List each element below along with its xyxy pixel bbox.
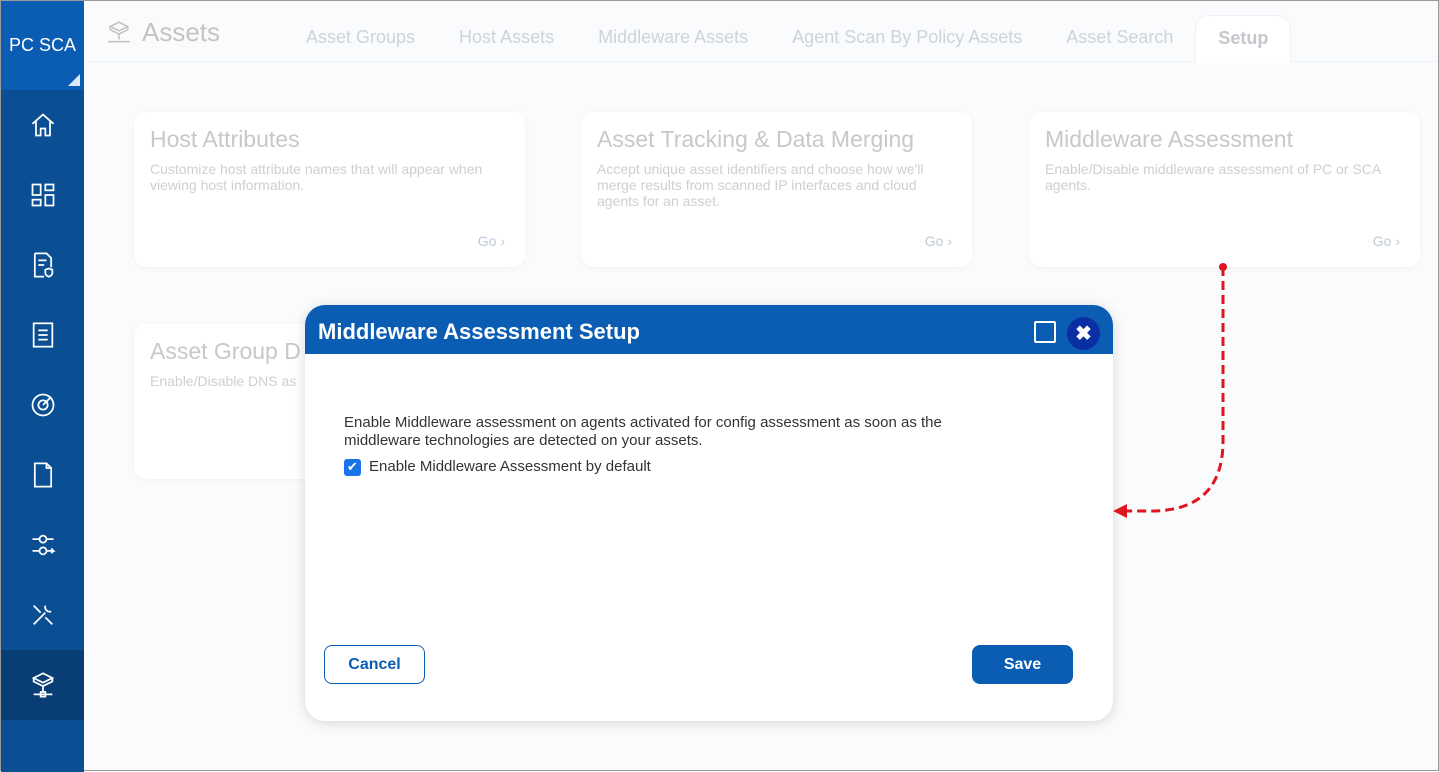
checkbox-checked-icon[interactable]: ✔	[344, 458, 361, 476]
report-icon	[32, 322, 53, 348]
checkbox-label: Enable Middleware Assessment by default	[369, 458, 651, 475]
nav-scans[interactable]	[1, 370, 84, 440]
dialog-title: Middleware Assessment Setup	[318, 319, 640, 344]
go-link[interactable]: Go ›	[478, 233, 505, 249]
dropdown-corner-icon	[68, 74, 80, 86]
card-desc: Enable/Disable middleware assessment of …	[1045, 161, 1381, 193]
home-icon	[31, 113, 54, 137]
tools-icon	[32, 605, 53, 625]
save-button[interactable]: Save	[972, 645, 1073, 684]
card-desc: Customize host attribute names that will…	[150, 161, 483, 193]
brand-label: PC SCA	[8, 35, 77, 55]
cancel-button[interactable]: Cancel	[324, 645, 425, 684]
workflow-icon	[32, 534, 56, 556]
tab-host-assets[interactable]: Host Assets	[437, 15, 576, 63]
nav-home[interactable]	[1, 90, 84, 160]
nav-dashboard[interactable]	[1, 160, 84, 230]
tab-middleware-assets[interactable]: Middleware Assets	[576, 15, 770, 63]
tab-bar: Asset Groups Host Assets Middleware Asse…	[284, 15, 1292, 63]
tab-agent-scan[interactable]: Agent Scan By Policy Assets	[770, 15, 1044, 63]
popout-icon[interactable]	[1034, 321, 1056, 343]
card-host-attributes: Host Attributes Customize host attribute …	[134, 112, 525, 267]
card-desc: Accept unique asset identifiers and choo…	[597, 161, 924, 209]
radar-icon	[31, 393, 54, 417]
card-asset-tracking: Asset Tracking & Data Merging Accept uniq…	[581, 112, 972, 267]
card-title: Asset Tracking & Data Merging	[597, 126, 915, 152]
enable-middleware-checkbox[interactable]: ✔ Enable Middleware Assessment by default	[344, 458, 1074, 476]
close-button[interactable]: ✖	[1067, 317, 1100, 350]
card-middleware-assessment: Middleware Assessment Enable/Disable midd…	[1029, 112, 1420, 267]
nav-exceptions[interactable]	[1, 510, 84, 580]
app-switcher[interactable]: PC SCA	[1, 1, 84, 90]
sidebar: PC SCA	[1, 1, 84, 772]
middleware-setup-dialog: Middleware Assessment Setup ✖ Enable Midd…	[305, 305, 1113, 721]
document-icon	[33, 462, 52, 488]
tab-asset-search[interactable]: Asset Search	[1044, 15, 1195, 63]
nav-assets[interactable]	[1, 650, 84, 720]
dashboard-icon	[31, 183, 54, 207]
nav-reports[interactable]	[1, 300, 84, 370]
policy-icon	[33, 252, 53, 278]
dialog-header: Middleware Assessment Setup ✖	[305, 305, 1113, 354]
assets-icon	[108, 20, 130, 42]
card-title: Host Attributes	[150, 126, 300, 152]
tab-asset-groups[interactable]: Asset Groups	[284, 15, 437, 63]
go-link[interactable]: Go ›	[925, 233, 952, 249]
go-link[interactable]: Go ›	[1373, 233, 1400, 249]
page-title: Assets	[106, 17, 220, 48]
nav-documents[interactable]	[1, 440, 84, 510]
page-title-text: Assets	[142, 17, 221, 47]
card-title: Middleware Assessment	[1045, 126, 1293, 152]
nav-policies[interactable]	[1, 230, 84, 300]
tab-setup[interactable]: Setup	[1195, 15, 1292, 63]
page-header: Assets Asset Groups Host Assets Middlewa…	[84, 1, 1438, 63]
nav-tools[interactable]	[1, 580, 84, 650]
assets-icon	[31, 672, 54, 698]
dialog-description: Enable Middleware assessment on agents a…	[344, 414, 942, 449]
